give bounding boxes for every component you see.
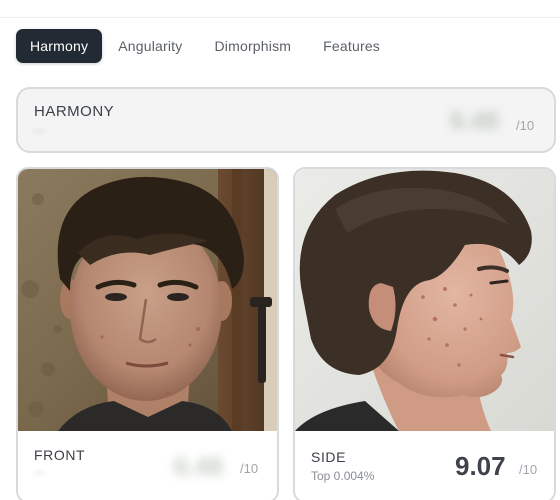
rating-tabs: Harmony Angularity Dimorphism Features: [16, 29, 396, 63]
side-profile-photo: [295, 169, 554, 431]
tab-features[interactable]: Features: [307, 29, 396, 63]
side-title: SIDE: [311, 449, 347, 465]
tab-angularity[interactable]: Angularity: [102, 29, 198, 63]
side-percentile-rank: Top 0.004%: [311, 469, 375, 483]
top-divider: [0, 0, 560, 18]
side-photo-card[interactable]: SIDE Top 0.004% 9.07 /10: [293, 167, 556, 500]
front-percentile-blurred: —: [34, 467, 45, 479]
harmony-out-of: /10: [516, 118, 535, 133]
front-title: FRONT: [34, 447, 86, 463]
tab-harmony[interactable]: Harmony: [16, 29, 103, 63]
front-photo-card[interactable]: FRONT — 6.48 /10: [16, 167, 279, 500]
tab-dimorphism[interactable]: Dimorphism: [198, 29, 307, 63]
front-score-blurred: 6.48: [174, 453, 223, 481]
harmony-score-blurred: 6.48: [450, 107, 499, 135]
harmony-score-card[interactable]: HARMONY — 6.48 /10: [16, 87, 556, 153]
harmony-title: HARMONY: [34, 103, 115, 120]
side-out-of: /10: [519, 462, 538, 477]
side-score: 9.07: [455, 451, 506, 481]
front-out-of: /10: [240, 461, 259, 476]
front-face-photo: [18, 169, 277, 431]
harmony-percentile-blurred: —: [34, 125, 45, 137]
